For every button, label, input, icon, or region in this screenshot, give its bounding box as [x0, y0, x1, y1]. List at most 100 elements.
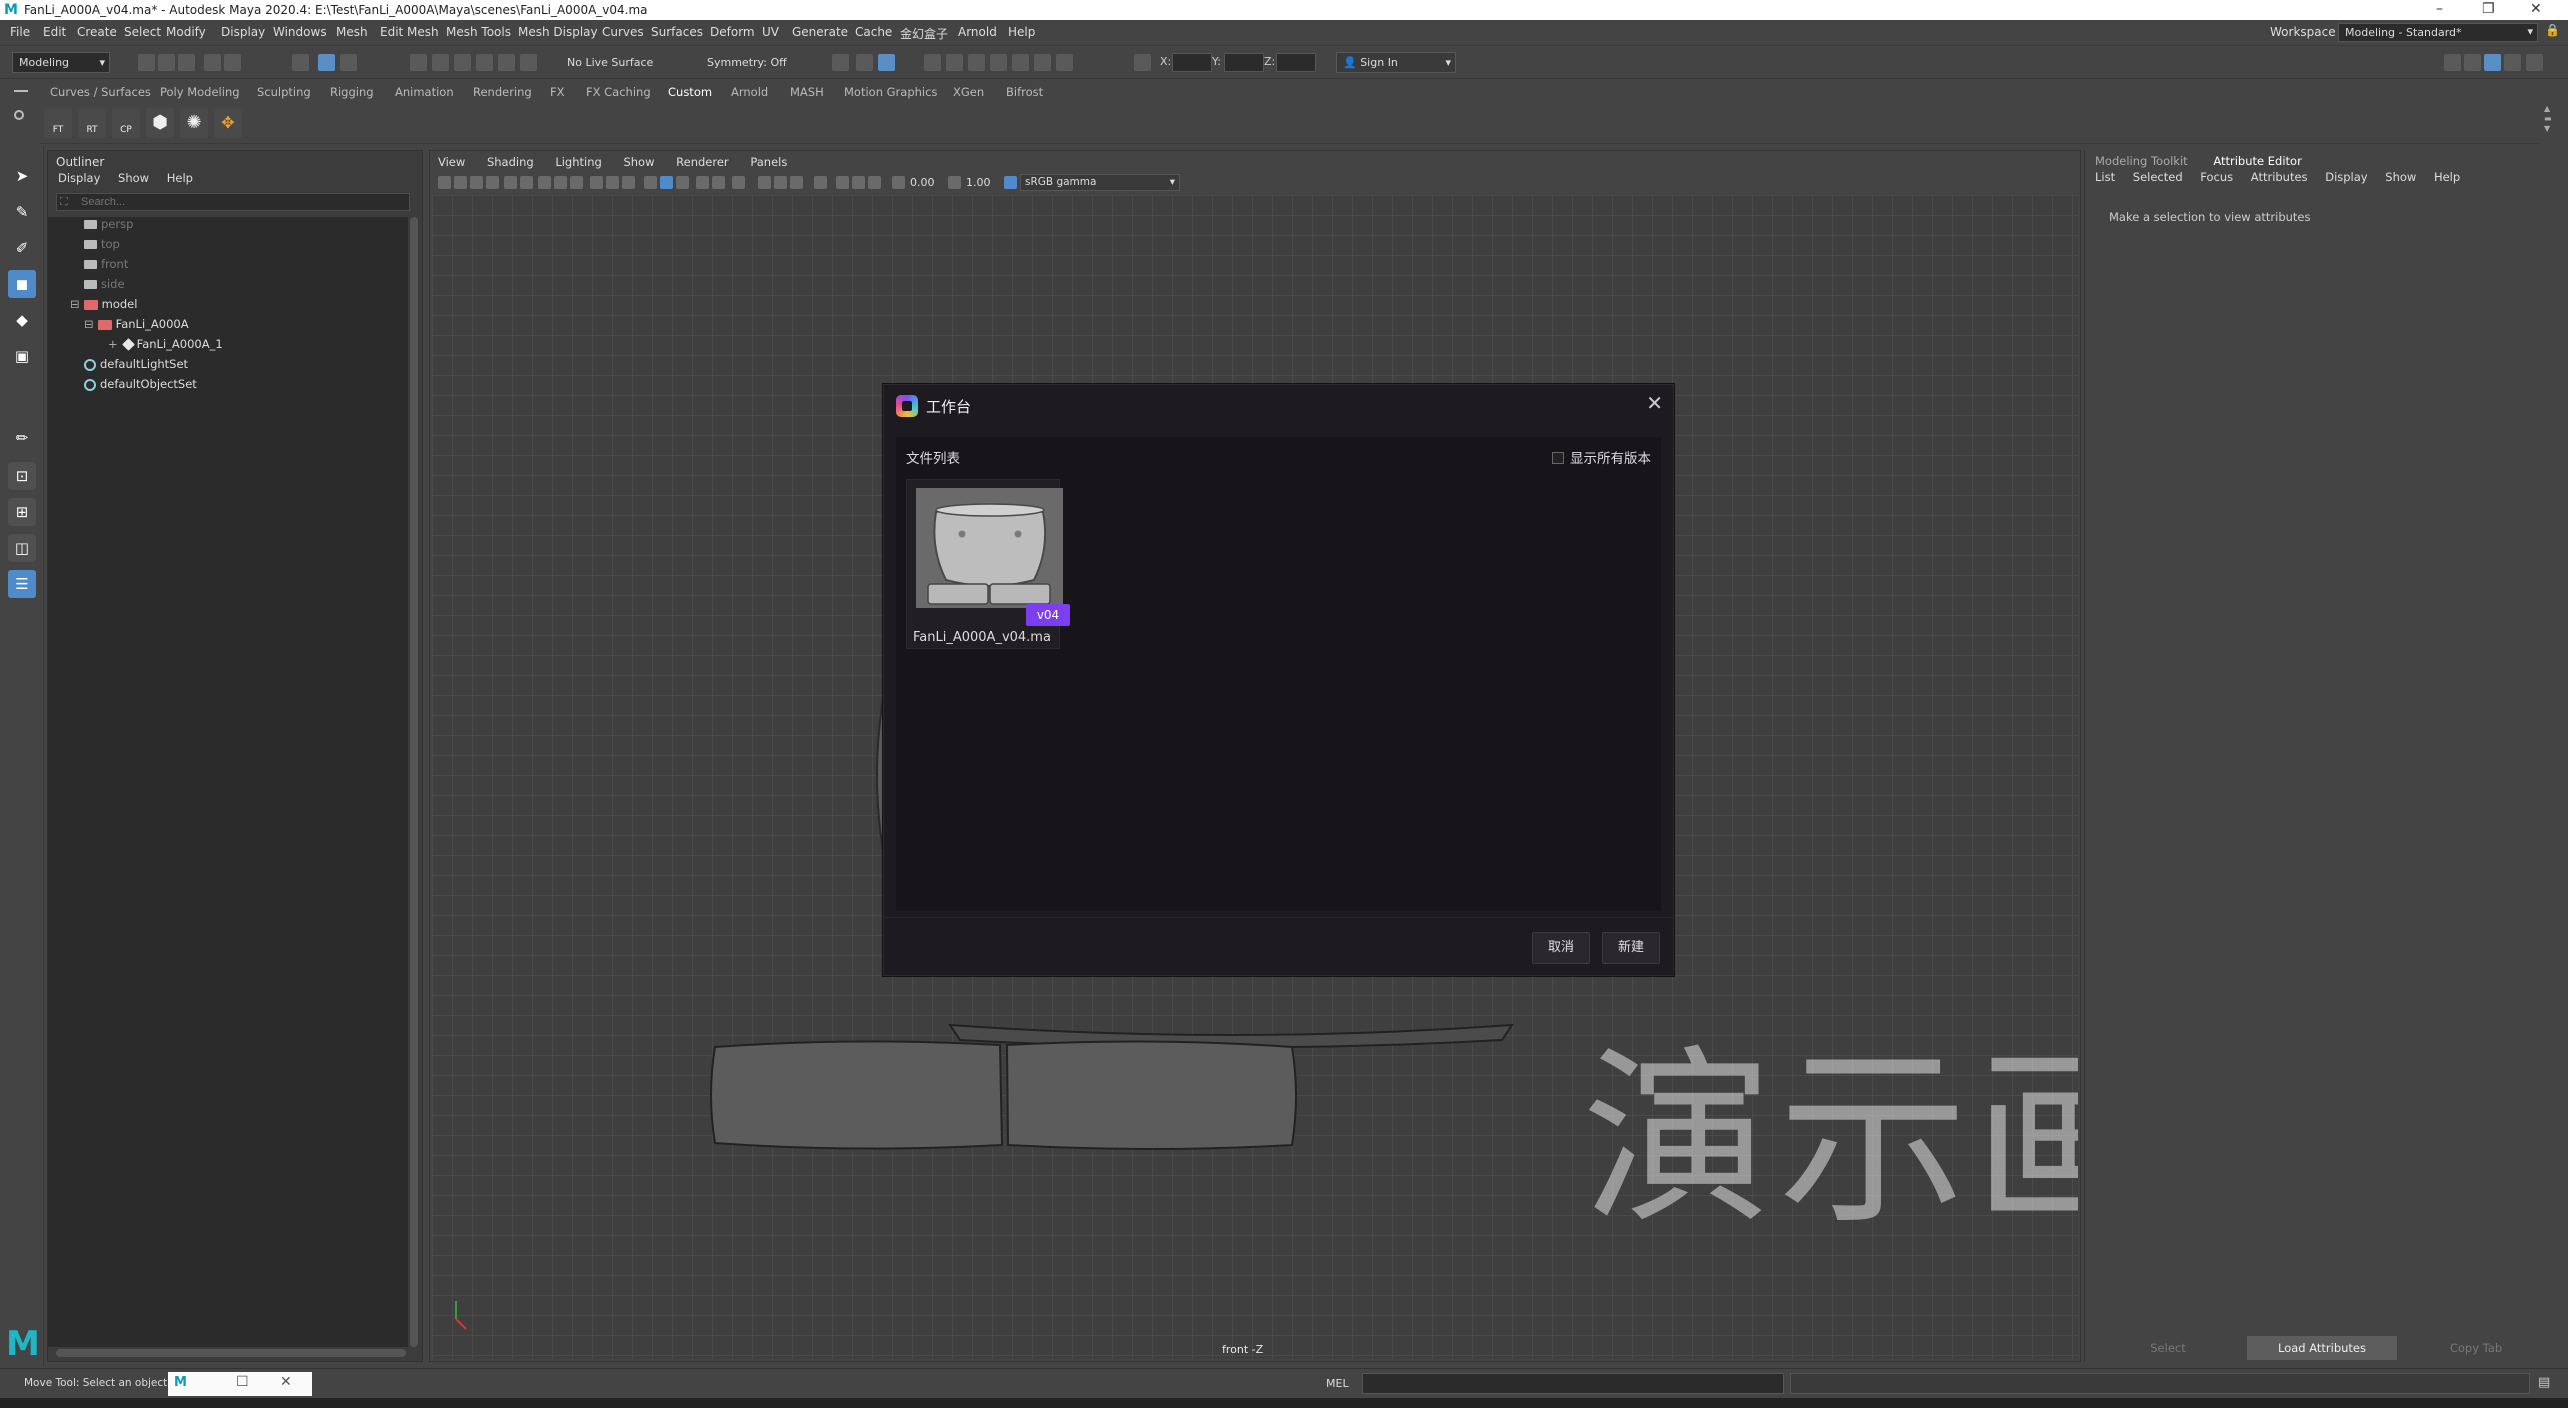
outliner-horizontal-scrollbar[interactable] — [56, 1349, 406, 1357]
dialog-close-icon[interactable]: ✕ — [1646, 391, 1663, 415]
shelf-rt-button[interactable]: RT — [78, 108, 106, 138]
menu-edit-mesh[interactable]: Edit Mesh — [380, 25, 439, 39]
menu-modify[interactable]: Modify — [166, 25, 206, 39]
menu-surfaces[interactable]: Surfaces — [651, 25, 703, 39]
render-view-icon[interactable] — [968, 54, 985, 71]
redo-icon[interactable] — [224, 54, 241, 71]
render-settings-icon[interactable] — [924, 54, 941, 71]
z-field[interactable] — [1276, 53, 1316, 72]
live-surface-dropdown[interactable]: No Live Surface — [560, 52, 672, 73]
pause-icon[interactable] — [1056, 54, 1073, 71]
color-management-icon[interactable] — [1004, 176, 1017, 189]
ae-menu-display[interactable]: Display — [2325, 170, 2367, 184]
tab-arnold[interactable]: Arnold — [731, 85, 768, 99]
tab-curves-surfaces[interactable]: Curves / Surfaces — [50, 85, 151, 99]
maya-taskbar-icon[interactable]: M — [174, 1375, 187, 1390]
side-scroll-arrows[interactable]: ▲ ▬ ▼ — [2544, 104, 2556, 138]
grid-icon[interactable] — [538, 176, 551, 189]
safe-action-icon[interactable] — [622, 176, 635, 189]
script-editor-icon[interactable]: ▤ — [2538, 1375, 2550, 1390]
shelf-cp-button[interactable]: CP — [112, 108, 140, 138]
modeling-toolkit-toggle-icon[interactable] — [2444, 54, 2461, 71]
mel-command-input[interactable] — [1362, 1373, 1784, 1394]
viewport-menu-lighting[interactable]: Lighting — [555, 155, 601, 169]
bookmarks-icon[interactable] — [470, 176, 483, 189]
minimize-button[interactable]: – — [2436, 1, 2443, 17]
last-tool-icon[interactable]: ✏ — [8, 424, 36, 452]
tool-settings-toggle-icon[interactable] — [2504, 54, 2521, 71]
field-chart-icon[interactable] — [606, 176, 619, 189]
collapse-icon[interactable]: ⊟ — [70, 297, 80, 311]
tab-rigging[interactable]: Rigging — [330, 85, 374, 99]
outliner-item-fanli-a000a[interactable]: ⊟ FanLi_A000A — [84, 317, 189, 337]
anti-aliasing-icon[interactable] — [790, 176, 803, 189]
menu-select[interactable]: Select — [124, 25, 161, 39]
outliner-item-persp[interactable]: persp — [84, 217, 133, 237]
tab-motion-graphics[interactable]: Motion Graphics — [844, 85, 937, 99]
select-camera-icon[interactable] — [438, 176, 451, 189]
attribute-editor-toggle-icon[interactable] — [2464, 54, 2481, 71]
channel-box-toggle-icon[interactable] — [2484, 54, 2501, 71]
2d-pan-zoom-icon[interactable] — [504, 176, 517, 189]
menu-mesh-display[interactable]: Mesh Display — [518, 25, 598, 39]
move-tool-icon[interactable]: ◼ — [8, 270, 36, 298]
tab-mash[interactable]: MASH — [790, 85, 824, 99]
camera-attributes-icon[interactable] — [454, 176, 467, 189]
settings-icon[interactable] — [2526, 54, 2543, 71]
tab-rendering[interactable]: Rendering — [473, 85, 532, 99]
default-material-icon[interactable] — [676, 176, 689, 189]
tab-poly-modeling[interactable]: Poly Modeling — [160, 85, 240, 99]
lasso-tool-icon[interactable]: ✎ — [8, 198, 36, 226]
textured-icon[interactable] — [696, 176, 709, 189]
menu-windows[interactable]: Windows — [273, 25, 327, 39]
transform-mode-icon[interactable] — [1134, 54, 1151, 71]
select-object-icon[interactable] — [318, 54, 335, 71]
viewport-menu-shading[interactable]: Shading — [487, 155, 534, 169]
tab-modeling-toolkit[interactable]: Modeling Toolkit — [2095, 154, 2188, 168]
arnold-render-icon[interactable] — [1012, 54, 1029, 71]
close-window-button[interactable]: ✕ — [2530, 1, 2542, 17]
tab-xgen[interactable]: XGen — [953, 85, 984, 99]
close-icon[interactable]: ✕ — [280, 1374, 292, 1390]
menu-arnold[interactable]: Arnold — [958, 25, 997, 39]
ae-menu-attributes[interactable]: Attributes — [2251, 170, 2308, 184]
use-all-lights-icon[interactable] — [712, 176, 725, 189]
collapse-icon[interactable]: ⊟ — [84, 317, 94, 331]
outliner-item-side[interactable]: side — [84, 277, 125, 297]
xray-icon[interactable] — [836, 176, 849, 189]
x-field[interactable] — [1172, 53, 1212, 72]
ae-menu-show[interactable]: Show — [2385, 170, 2416, 184]
new-button[interactable]: 新建 — [1602, 932, 1660, 964]
ae-menu-list[interactable]: List — [2095, 170, 2115, 184]
shelf-ft-button[interactable]: FT — [44, 108, 72, 138]
outliner-menu-help[interactable]: Help — [167, 171, 193, 185]
snap-curve-icon[interactable] — [432, 54, 449, 71]
outliner-item-fanli-a000a-1[interactable]: + FanLi_A000A_1 — [108, 337, 223, 357]
smooth-shade-icon[interactable] — [660, 176, 673, 189]
select-tool-icon[interactable]: ➤ — [8, 162, 36, 190]
paint-select-tool-icon[interactable]: ✐ — [8, 234, 36, 262]
shelf-sphere-icon[interactable]: ✺ — [180, 108, 208, 138]
ae-menu-selected[interactable]: Selected — [2133, 170, 2183, 184]
checkbox-icon[interactable] — [1552, 452, 1564, 464]
outliner-item-default-light-set[interactable]: defaultLightSet — [84, 357, 188, 377]
arnold-ipr-icon[interactable] — [1034, 54, 1051, 71]
workspace-select[interactable]: Modeling - Standard* ▾ — [2338, 23, 2538, 42]
image-plane-icon[interactable] — [486, 176, 499, 189]
render-frame-icon[interactable] — [856, 54, 873, 71]
shadows-icon[interactable] — [732, 176, 745, 189]
outliner-menu-display[interactable]: Display — [58, 171, 100, 185]
outliner-search-input[interactable] — [56, 193, 410, 211]
new-scene-icon[interactable] — [138, 54, 155, 71]
film-gate-icon[interactable] — [554, 176, 567, 189]
snap-surface-icon[interactable] — [520, 54, 537, 71]
undo-icon[interactable] — [204, 54, 221, 71]
symmetry-dropdown[interactable]: Symmetry: Off — [700, 52, 804, 73]
tab-attribute-editor[interactable]: Attribute Editor — [2213, 154, 2301, 168]
select-component-icon[interactable] — [340, 54, 357, 71]
snap-grid-icon[interactable] — [410, 54, 427, 71]
exposure-value[interactable]: 0.00 — [910, 176, 935, 189]
viewport-menu-panels[interactable]: Panels — [750, 155, 787, 169]
restore-icon[interactable]: ☐ — [236, 1374, 249, 1390]
menu-cache[interactable]: Cache — [855, 25, 892, 39]
